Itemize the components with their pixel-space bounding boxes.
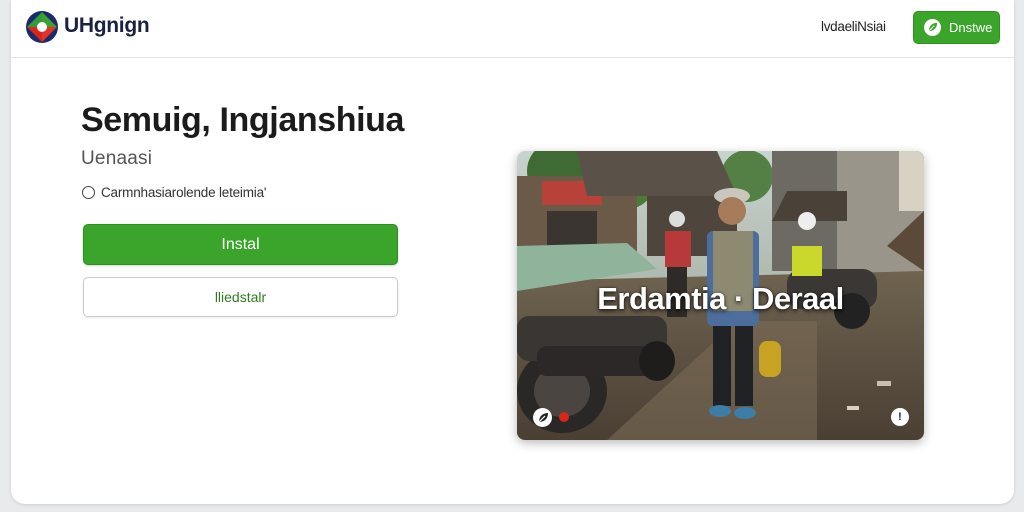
option-label: Carmnhasiarolende leteimia' [101, 185, 267, 200]
nav-link[interactable]: lvdaeliNsiai [821, 19, 886, 34]
leaf-icon[interactable] [533, 408, 552, 427]
option-radio[interactable] [82, 186, 95, 199]
leaf-icon [924, 19, 941, 36]
app-card: UHgnign lvdaeliNsiai Dnstwe Semuig, Ingj… [11, 0, 1014, 504]
page-title: Semuig, Ingjanshiua [81, 101, 405, 139]
top-bar: UHgnign lvdaeliNsiai Dnstwe [11, 0, 1014, 58]
secondary-button[interactable]: lliedstalr [83, 277, 398, 317]
record-dot-icon [559, 412, 569, 422]
media-caption: Erdamtia · Deraal [597, 281, 844, 316]
nav-cta-label: Dnstwe [949, 20, 993, 35]
media-preview[interactable]: Erdamtia · Deraal ! [517, 151, 924, 440]
page-subtitle: Uenaasi [81, 148, 153, 169]
nav-cta-button[interactable]: Dnstwe [913, 11, 1000, 44]
install-button[interactable]: Instal [83, 224, 398, 265]
brand-logo-icon[interactable] [25, 10, 59, 44]
option-radio-row[interactable]: Carmnhasiarolende leteimia' [82, 185, 266, 200]
brand-name[interactable]: UHgnign [64, 14, 150, 38]
info-icon[interactable]: ! [891, 408, 909, 426]
